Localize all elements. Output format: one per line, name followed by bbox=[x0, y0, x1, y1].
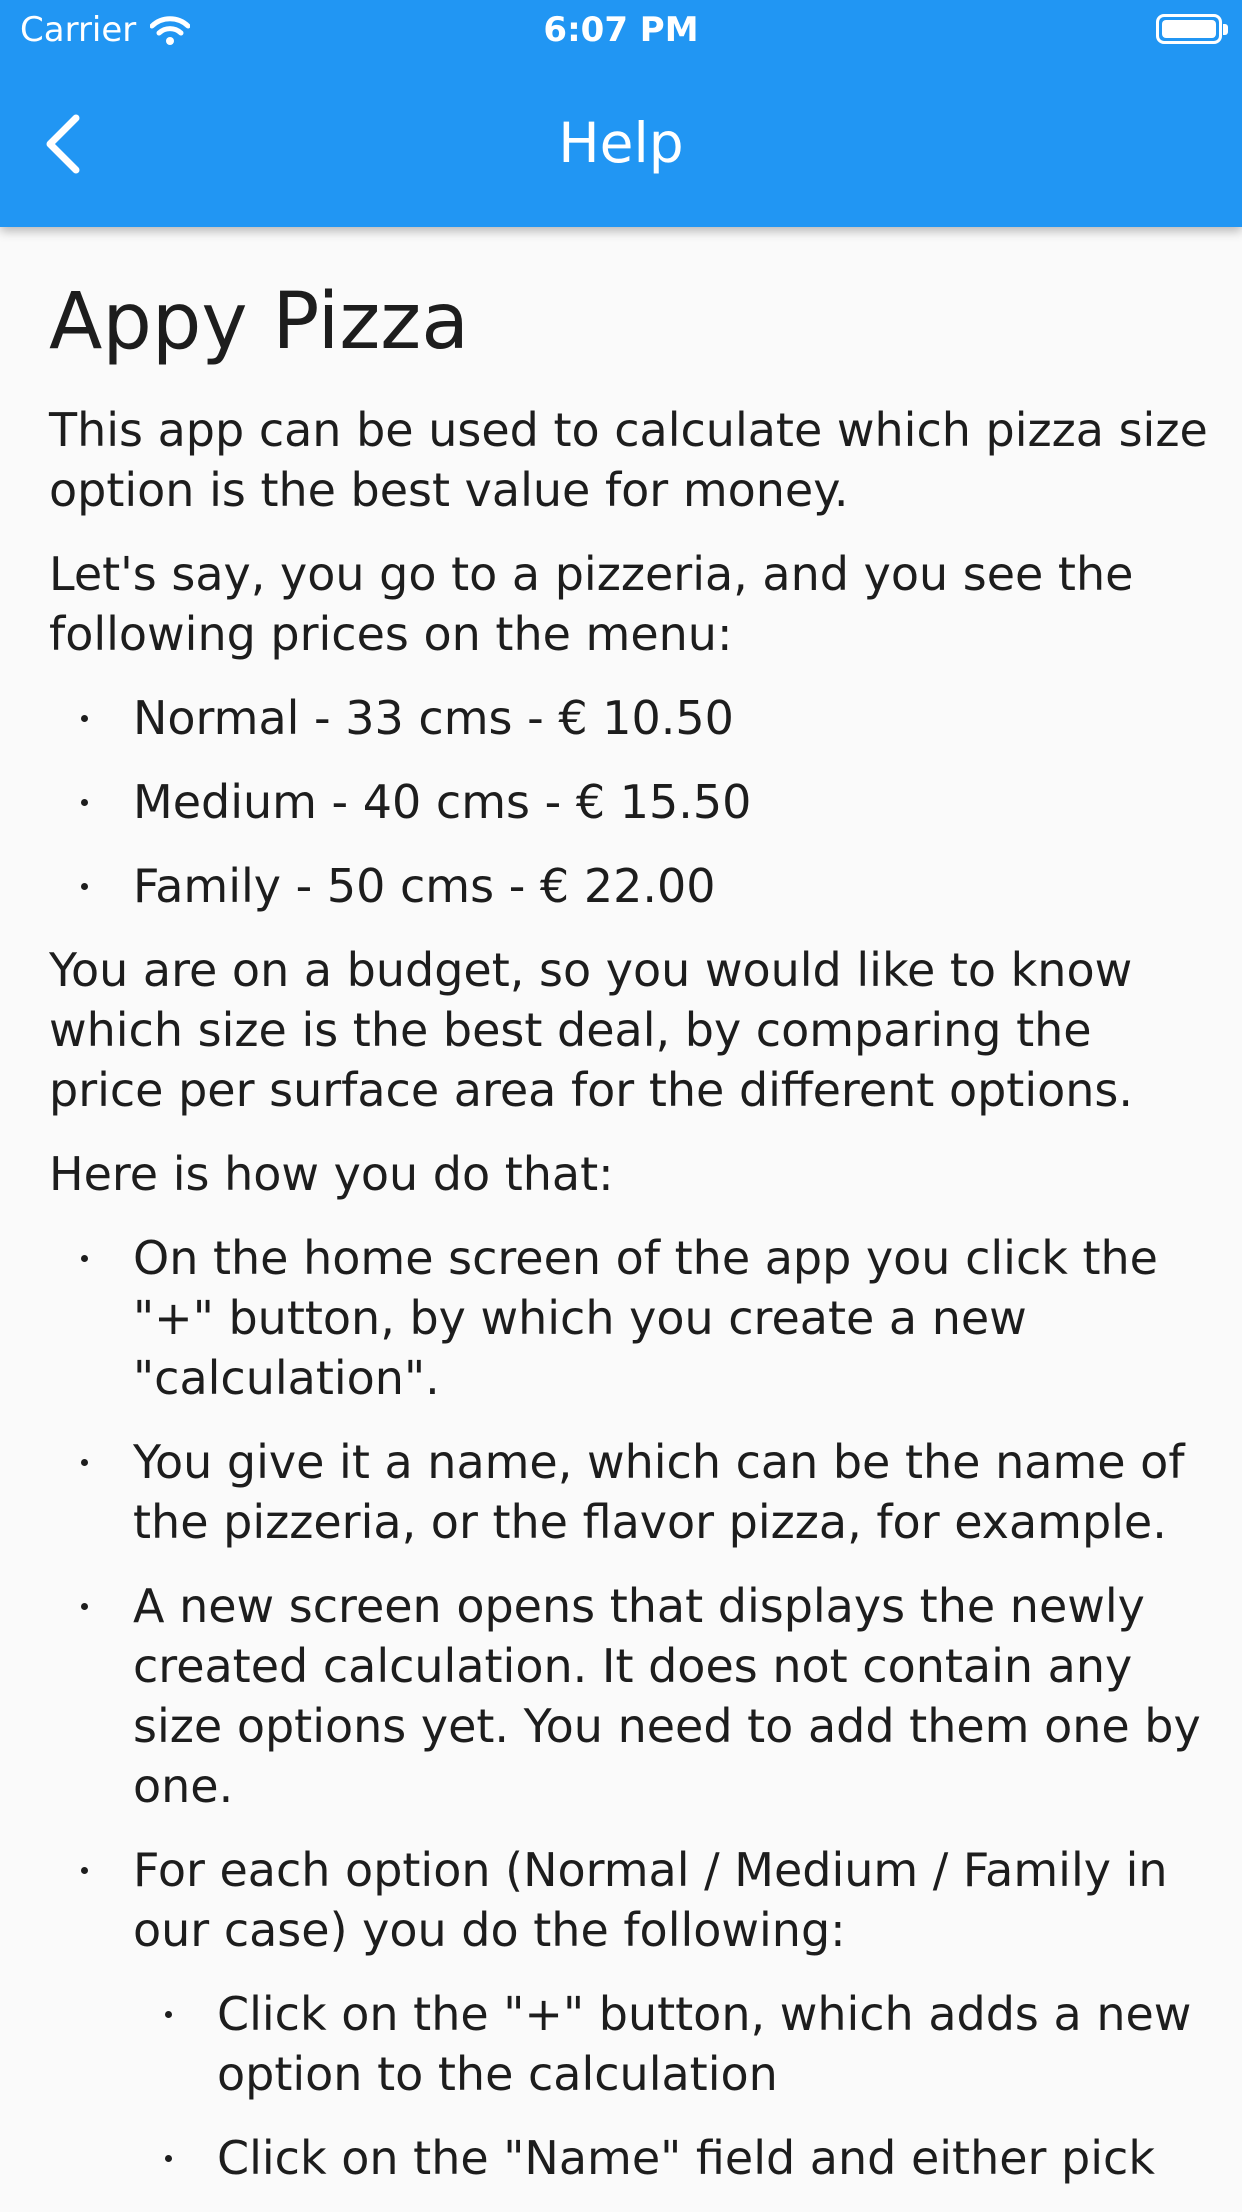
battery-icon bbox=[1156, 14, 1228, 44]
scenario-paragraph: Let's say, you go to a pizzeria, and you… bbox=[49, 547, 1134, 661]
substeps-list: Click on the "+" button, which adds a ne… bbox=[133, 1984, 1209, 2188]
app-bar: Carrier 6:07 PM Help bbox=[0, 0, 1242, 227]
list-item: Medium - 40 cms - € 15.50 bbox=[49, 772, 1209, 832]
list-item: On the home screen of the app you click … bbox=[49, 1228, 1209, 1408]
intro-paragraph: This app can be used to calculate which … bbox=[49, 403, 1208, 517]
menu-price-list: Normal - 33 cms - € 10.50 Medium - 40 cm… bbox=[49, 688, 1209, 916]
howto-intro: Here is how you do that: bbox=[49, 1147, 614, 1201]
status-time: 6:07 PM bbox=[543, 10, 699, 50]
budget-paragraph: You are on a budget, so you would like t… bbox=[49, 943, 1133, 1117]
help-content: Appy Pizza This app can be used to calcu… bbox=[49, 272, 1209, 2212]
status-bar: Carrier 6:07 PM bbox=[0, 0, 1242, 62]
content-heading: Appy Pizza bbox=[49, 277, 470, 367]
list-item-text: For each option (Normal / Medium / Famil… bbox=[133, 1843, 1168, 1957]
steps-list: On the home screen of the app you click … bbox=[49, 1228, 1209, 2188]
list-item: Click on the "+" button, which adds a ne… bbox=[133, 1984, 1209, 2104]
list-item: A new screen opens that displays the new… bbox=[49, 1576, 1209, 1816]
page-title: Help bbox=[558, 111, 684, 175]
list-item: You give it a name, which can be the nam… bbox=[49, 1432, 1209, 1552]
list-item: Normal - 33 cms - € 10.50 bbox=[49, 688, 1209, 748]
list-item-with-substeps: For each option (Normal / Medium / Famil… bbox=[49, 1840, 1209, 2188]
list-item: Family - 50 cms - € 22.00 bbox=[49, 856, 1209, 916]
list-item: Click on the "Name" field and either pic… bbox=[133, 2128, 1209, 2188]
